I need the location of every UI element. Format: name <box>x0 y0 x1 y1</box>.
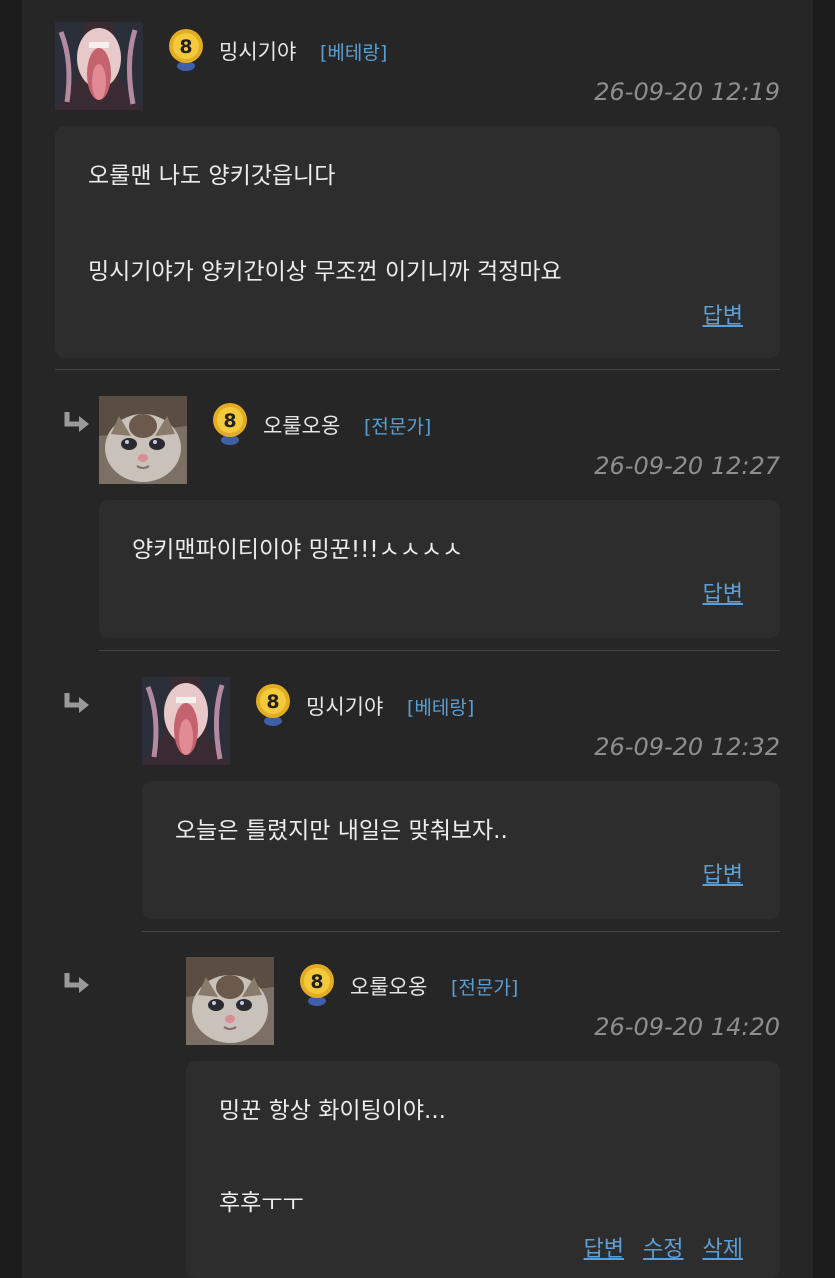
avatar[interactable] <box>99 396 187 484</box>
delete-link[interactable]: 삭제 <box>703 1237 743 1262</box>
svg-text:8: 8 <box>179 36 192 58</box>
comment-item: 8 오룰오옹 [전문가] 26-09-20 14:20 밍꾼 항상 화이팅이야.… <box>186 957 780 1278</box>
divider <box>99 650 780 651</box>
comment-text-line: 오늘은 틀렸지만 내일은 맞춰보자.. <box>175 818 508 844</box>
reply-link[interactable]: 답변 <box>703 582 743 607</box>
level-badge-icon: 8 <box>300 964 334 1006</box>
comment-body: 밍꾼 항상 화이팅이야... 후후ㅜㅜ 답변 수정 삭제 <box>186 1061 780 1278</box>
rank-label: [전문가] <box>451 977 519 999</box>
comment-date: 26-09-20 14:20 <box>594 1013 780 1041</box>
reply-link[interactable]: 답변 <box>584 1237 624 1262</box>
comment-text-line: 양키맨파이티이야 밍꾼!!!ㅅㅅㅅㅅ <box>132 537 464 563</box>
comment-date: 26-09-20 12:19 <box>594 78 780 106</box>
edit-link[interactable]: 수정 <box>643 1237 683 1262</box>
comment-text-line: 후후ㅜㅜ <box>219 1190 304 1216</box>
comment-item: 8 밍시기야 [베테랑] 26-09-20 12:19 오룰맨 나도 양키갓읍니… <box>55 22 780 358</box>
reply-link[interactable]: 답변 <box>703 304 743 329</box>
reply-arrow-icon <box>64 693 89 713</box>
comment-actions: 답변 수정 삭제 <box>572 1231 743 1263</box>
level-badge-icon: 8 <box>169 29 203 71</box>
rank-label: [베테랑] <box>407 697 475 719</box>
nickname[interactable]: 밍시기야 <box>219 36 296 66</box>
comment-text-line: 오룰맨 나도 양키갓읍니다 <box>88 163 336 189</box>
level-badge-icon: 8 <box>213 403 247 445</box>
comment-text-line: 밍시기야가 양키간이상 무조껀 이기니까 걱정마요 <box>88 259 562 285</box>
comment-actions: 답변 <box>691 576 743 608</box>
nickname[interactable]: 밍시기야 <box>306 691 383 721</box>
comment-body: 오룰맨 나도 양키갓읍니다 밍시기야가 양키간이상 무조껀 이기니까 걱정마요 … <box>55 126 780 358</box>
comment-body: 양키맨파이티이야 밍꾼!!!ㅅㅅㅅㅅ 답변 <box>99 500 780 638</box>
nickname[interactable]: 오룰오옹 <box>263 410 340 440</box>
comment-item: 8 오룰오옹 [전문가] 26-09-20 12:27 양키맨파이티이야 밍꾼!… <box>99 396 780 638</box>
reply-link[interactable]: 답변 <box>703 863 743 888</box>
comment-item: 8 밍시기야 [베테랑] 26-09-20 12:32 오늘은 틀렸지만 내일은… <box>142 677 780 919</box>
svg-text:8: 8 <box>266 691 279 713</box>
divider <box>55 369 780 370</box>
comment-body: 오늘은 틀렸지만 내일은 맞춰보자.. 답변 <box>142 781 780 919</box>
rank-label: [전문가] <box>364 416 432 438</box>
comment-actions: 답변 <box>691 857 743 889</box>
rank-label: [베테랑] <box>320 42 388 64</box>
avatar[interactable] <box>186 957 274 1045</box>
comment-date: 26-09-20 12:32 <box>594 733 780 761</box>
svg-text:8: 8 <box>310 971 323 993</box>
comment-actions: 답변 <box>691 298 743 330</box>
reply-arrow-icon <box>64 973 89 993</box>
divider <box>142 931 780 932</box>
reply-arrow-icon <box>64 412 89 432</box>
nickname[interactable]: 오룰오옹 <box>350 971 427 1001</box>
avatar[interactable] <box>55 22 143 110</box>
avatar[interactable] <box>142 677 230 765</box>
level-badge-icon: 8 <box>256 684 290 726</box>
comment-text-line: 밍꾼 항상 화이팅이야... <box>219 1098 446 1124</box>
svg-text:8: 8 <box>223 410 236 432</box>
comment-date: 26-09-20 12:27 <box>594 452 780 480</box>
comment-panel: 8 밍시기야 [베테랑] 26-09-20 12:19 오룰맨 나도 양키갓읍니… <box>22 0 813 1278</box>
